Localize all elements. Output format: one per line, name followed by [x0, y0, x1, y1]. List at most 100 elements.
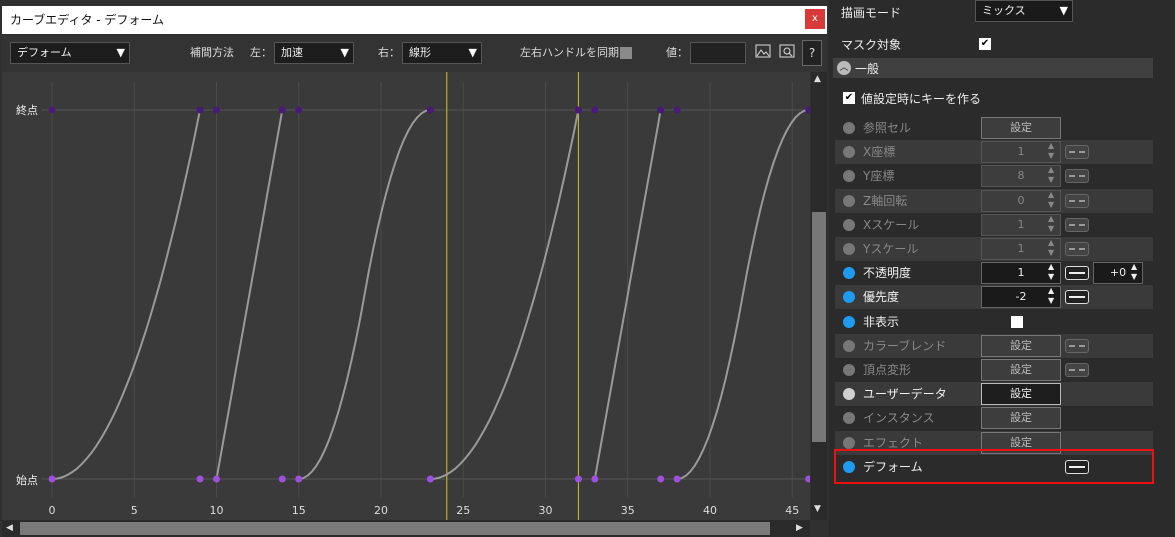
key-indicator-icon[interactable]: [843, 412, 855, 425]
key-indicator-icon[interactable]: [843, 122, 855, 134]
property-setting-button[interactable]: 設定: [981, 334, 1061, 357]
link-curve-icon[interactable]: [1065, 217, 1089, 232]
property-row[interactable]: インスタンス 設定: [835, 406, 1153, 431]
key-point-start: [805, 475, 813, 483]
property-setting-button[interactable]: 設定: [981, 359, 1061, 381]
key-indicator-icon[interactable]: [843, 364, 855, 376]
property-setting-button[interactable]: 設定: [981, 383, 1061, 406]
spinner-icon[interactable]: ▲ ▼: [1048, 165, 1060, 185]
key-indicator-icon[interactable]: [843, 267, 855, 280]
property-row[interactable]: Xスケール 1 ▲ ▼: [835, 212, 1153, 237]
key-indicator-icon[interactable]: [843, 315, 855, 328]
link-curve-icon[interactable]: [1065, 290, 1089, 305]
key-point-end: [805, 106, 813, 114]
key-point-end: [673, 106, 681, 114]
key-point-start: [673, 475, 681, 483]
property-row[interactable]: 優先度 -2 ▲ ▼: [835, 285, 1153, 310]
draw-mode-select[interactable]: ミックス ▼: [975, 0, 1073, 22]
key-indicator-icon[interactable]: [843, 170, 855, 183]
spinner-icon[interactable]: ▲ ▼: [1048, 190, 1060, 210]
x-tick-label: 0: [49, 504, 56, 517]
value-input[interactable]: [690, 42, 746, 64]
spinner-icon[interactable]: ▲ ▼: [1048, 238, 1060, 258]
property-row[interactable]: カラーブレンド 設定: [835, 333, 1153, 358]
key-indicator-icon[interactable]: [843, 291, 855, 304]
link-curve-icon[interactable]: [1065, 338, 1089, 353]
hidden-checkbox[interactable]: [1011, 315, 1023, 328]
target-select[interactable]: デフォーム ▼: [10, 42, 130, 64]
image-icon[interactable]: [754, 44, 772, 62]
key-point-end: [574, 106, 582, 114]
sync-handles-label: 左右ハンドルを同期：: [520, 46, 630, 59]
key-on-set-checkbox[interactable]: ✔: [843, 92, 855, 104]
sync-handles-checkbox[interactable]: [620, 47, 632, 59]
key-point-end: [591, 106, 599, 114]
key-point-start: [196, 475, 204, 483]
scroll-left-icon[interactable]: ◀: [6, 523, 13, 533]
property-setting-button[interactable]: 設定: [981, 117, 1061, 139]
key-indicator-icon[interactable]: [843, 436, 855, 449]
property-row[interactable]: 参照セル 設定: [835, 116, 1153, 140]
property-row[interactable]: ユーザーデータ 設定: [835, 382, 1153, 407]
highlight-box: [834, 449, 1154, 484]
property-row[interactable]: Z軸回転 0 ▲ ▼: [835, 188, 1153, 213]
horizontal-scrollbar[interactable]: ◀ ▶: [2, 520, 810, 537]
curve-graph-svg[interactable]: 0 5 10 15 20 25 30 35 40 45: [2, 72, 813, 520]
scroll-up-icon[interactable]: ▲: [814, 74, 821, 84]
scroll-down-icon[interactable]: ▼: [814, 504, 821, 514]
property-label: 優先度: [863, 290, 900, 305]
link-curve-icon[interactable]: [1065, 193, 1089, 208]
property-setting-button[interactable]: 設定: [981, 407, 1061, 430]
link-curve-icon[interactable]: [1065, 145, 1089, 160]
x-tick-label: 25: [456, 504, 470, 517]
link-curve-icon[interactable]: [1065, 242, 1089, 256]
curve-segment: [215, 109, 284, 480]
editor-title-bar: カーブエディタ - デフォーム x: [2, 6, 827, 34]
collapse-icon[interactable]: ︿: [837, 61, 851, 75]
key-point-end: [213, 106, 220, 114]
property-row[interactable]: Y座標 8 ▲ ▼: [835, 164, 1153, 189]
x-tick-label: 40: [703, 504, 717, 517]
mask-target-label: マスク対象: [841, 38, 902, 52]
property-row[interactable]: Yスケール 1 ▲ ▼: [835, 237, 1153, 261]
link-curve-icon[interactable]: [1065, 266, 1089, 281]
key-point-start: [48, 475, 56, 483]
key-indicator-icon[interactable]: [843, 339, 855, 352]
link-curve-icon[interactable]: [1065, 169, 1089, 184]
right-label: 右：: [378, 46, 400, 59]
x-tick-label: 15: [292, 504, 306, 517]
spinner-icon[interactable]: ▲ ▼: [1048, 262, 1060, 282]
close-button[interactable]: x: [805, 9, 825, 29]
property-row[interactable]: 頂点変形 設定: [835, 358, 1153, 382]
curve-segment: [430, 109, 580, 480]
scroll-right-icon[interactable]: ▶: [796, 523, 803, 533]
curve-graph[interactable]: 0 5 10 15 20 25 30 35 40 45 終点 始点: [2, 72, 813, 520]
property-label: 不透明度: [863, 266, 912, 281]
key-indicator-icon[interactable]: [843, 218, 855, 231]
property-row[interactable]: 非表示: [835, 309, 1153, 334]
spinner-icon[interactable]: ▲ ▼: [1048, 214, 1060, 234]
link-curve-icon[interactable]: [1065, 363, 1089, 377]
key-indicator-icon[interactable]: [843, 146, 855, 159]
vertical-scrollbar[interactable]: ▲ ▼: [811, 72, 827, 520]
right-interp-select[interactable]: 線形 ▼: [402, 42, 482, 64]
spinner-icon[interactable]: ▲ ▼: [1131, 262, 1143, 282]
vertical-scroll-thumb[interactable]: [812, 212, 826, 442]
spinner-icon[interactable]: ▲ ▼: [1048, 141, 1060, 161]
curve-segment: [298, 109, 431, 480]
horizontal-scroll-thumb[interactable]: [20, 522, 770, 535]
help-button[interactable]: ?: [802, 40, 822, 66]
key-indicator-icon[interactable]: [843, 194, 855, 207]
section-header-general[interactable]: ︿ 一般: [833, 58, 1153, 78]
property-row[interactable]: X座標 1 ▲ ▼: [835, 140, 1153, 165]
mask-target-checkbox[interactable]: ✔: [979, 38, 991, 50]
key-point-start: [591, 475, 599, 483]
key-indicator-icon[interactable]: [843, 388, 855, 401]
property-row[interactable]: 不透明度 1 ▲ ▼ +0 ▲ ▼: [835, 261, 1153, 286]
left-interp-select[interactable]: 加速 ▼: [274, 42, 354, 64]
key-indicator-icon[interactable]: [843, 243, 855, 255]
section-title: 一般: [855, 62, 880, 76]
x-tick-label: 20: [374, 504, 388, 517]
spinner-icon[interactable]: ▲ ▼: [1048, 286, 1060, 306]
zoom-fit-icon[interactable]: [778, 44, 796, 62]
